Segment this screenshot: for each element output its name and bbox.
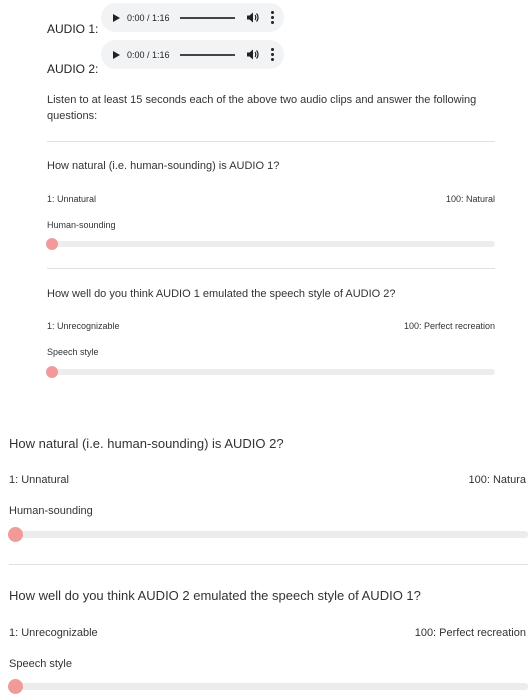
question-4-title: How well do you think AUDIO 2 emulated t… [9, 588, 421, 603]
question-1-min-label: 1: Unnatural [47, 194, 97, 204]
question-1-slider-thumb[interactable] [46, 238, 58, 250]
question-4-slider-track[interactable] [9, 683, 528, 690]
question-3-slider-label: Human-sounding [9, 505, 93, 517]
question-1-title: How natural (i.e. human-sounding) is AUD… [47, 160, 280, 172]
divider [47, 141, 495, 142]
volume-icon[interactable] [247, 49, 259, 60]
divider [9, 564, 528, 565]
question-4-min-label: 1: Unrecognizable [9, 627, 98, 639]
volume-icon[interactable] [247, 12, 259, 23]
question-2-slider-label: Speech style [47, 347, 99, 357]
question-2-slider-track[interactable] [47, 369, 495, 375]
question-3-title: How natural (i.e. human-sounding) is AUD… [9, 436, 284, 451]
question-1-slider-track[interactable] [47, 241, 495, 247]
question-2-max-label: 100: Perfect recreation [403, 321, 495, 331]
more-options-icon[interactable] [271, 11, 274, 24]
more-options-icon[interactable] [271, 48, 274, 61]
question-4-max-label: 100: Perfect recreation [414, 627, 526, 639]
play-icon[interactable] [113, 13, 120, 22]
question-3-slider-thumb[interactable] [8, 527, 23, 542]
question-4-slider-thumb[interactable] [8, 679, 23, 694]
audio-2-label: AUDIO 2: [47, 62, 99, 76]
play-icon[interactable] [113, 50, 120, 59]
divider [47, 268, 495, 269]
audio-1-label: AUDIO 1: [47, 22, 99, 36]
question-2-min-label: 1: Unrecognizable [47, 321, 120, 331]
instructions-text: Listen to at least 15 seconds each of th… [47, 94, 477, 122]
question-1-max-label: 100: Natural [445, 194, 495, 204]
question-3-min-label: 1: Unnatural [9, 474, 69, 486]
question-3-max-label: 100: Natura [468, 474, 526, 486]
question-2-slider-thumb[interactable] [46, 366, 58, 378]
question-4-slider-label: Speech style [9, 658, 72, 670]
audio-1-progress-bar[interactable] [179, 16, 235, 19]
question-2-title: How well do you think AUDIO 1 emulated t… [47, 288, 396, 300]
audio-2-progress-bar[interactable] [179, 53, 235, 56]
audio-2-player[interactable]: 0:00 / 1:16 [101, 40, 284, 69]
question-1-slider-label: Human-sounding [47, 220, 116, 230]
audio-1-player[interactable]: 0:00 / 1:16 [101, 3, 284, 32]
audio-1-time: 0:00 / 1:16 [127, 12, 170, 23]
audio-2-time: 0:00 / 1:16 [127, 49, 170, 60]
question-3-slider-track[interactable] [9, 531, 528, 538]
